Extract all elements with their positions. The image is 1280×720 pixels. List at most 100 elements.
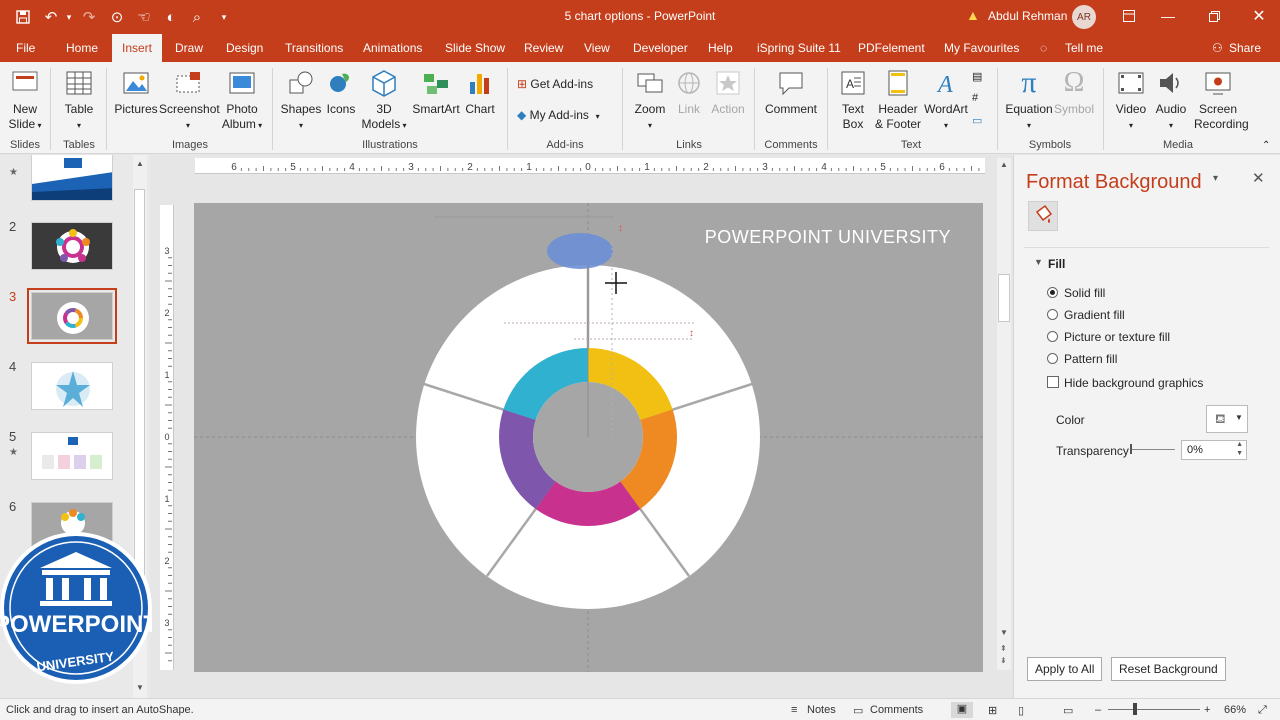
present-icon[interactable]: ◐ [160, 6, 182, 28]
gradient-fill-label[interactable]: Gradient fill [1064, 308, 1125, 322]
slide-canvas[interactable]: ↕ ↕ POWERPOINT UNIVERSITY [194, 203, 983, 672]
notes-button[interactable]: Notes [807, 704, 836, 716]
format-painter-icon[interactable]: ⊙ [106, 6, 128, 28]
zoom-button[interactable]: Zoom ▾ [630, 66, 670, 133]
action-button[interactable]: Action [708, 66, 748, 117]
transparency-input[interactable]: 0% ▲ ▼ [1181, 440, 1247, 460]
equation-button[interactable]: π Equation ▾ [1004, 66, 1054, 133]
collapse-fill-icon[interactable]: ▼ [1034, 257, 1043, 267]
gradient-fill-radio[interactable] [1047, 309, 1058, 320]
video-button[interactable]: Video ▾ [1112, 66, 1150, 133]
customize-qat-icon[interactable]: ▾ [213, 6, 235, 28]
picture-fill-radio[interactable] [1047, 331, 1058, 342]
tab-home[interactable]: Home [66, 34, 98, 62]
screenshot-button[interactable]: Screenshot ▾ [159, 66, 220, 133]
3d-models-button[interactable]: 3D Models ▾ [360, 66, 408, 133]
slideshow-icon[interactable]: ▭ [1063, 704, 1073, 717]
object-icon[interactable]: ▭ [972, 114, 982, 127]
tab-design[interactable]: Design [226, 34, 263, 62]
fill-tab[interactable] [1028, 201, 1058, 231]
fit-to-window-icon[interactable]: ⤢ [1258, 704, 1267, 717]
header-footer-button[interactable]: Header & Footer [874, 66, 922, 132]
save-icon[interactable] [12, 6, 34, 28]
slide-number-icon[interactable]: # [972, 92, 978, 104]
new-slide-button[interactable]: New Slide ▾ [6, 66, 44, 133]
spin-up-icon[interactable]: ▲ [1236, 441, 1243, 448]
apply-to-all-button[interactable]: Apply to All [1027, 657, 1103, 681]
close-icon[interactable]: ✕ [1243, 4, 1275, 28]
tab-insert[interactable]: Insert [112, 34, 163, 62]
wordart-button[interactable]: A WordArt ▾ [922, 66, 970, 133]
normal-view-icon[interactable]: ▣ [951, 702, 973, 718]
slide-thumb-5[interactable] [31, 432, 113, 480]
icons-button[interactable]: Icons [323, 66, 359, 117]
blue-ellipse-shape[interactable] [547, 233, 613, 269]
color-picker-button[interactable]: ⛾ ▼ [1206, 405, 1248, 433]
tell-me-search[interactable]: Tell me [1065, 34, 1103, 62]
ribbon-display-icon[interactable] [1113, 4, 1145, 28]
date-time-icon[interactable]: ▤ [972, 70, 982, 83]
close-pane-icon[interactable]: ✕ [1252, 169, 1265, 187]
reading-view-icon[interactable]: ▯ [1018, 704, 1024, 717]
tab-slide-show[interactable]: Slide Show [445, 34, 505, 62]
avatar[interactable]: AR [1072, 5, 1096, 29]
solid-fill-label[interactable]: Solid fill [1064, 286, 1105, 300]
pattern-fill-label[interactable]: Pattern fill [1064, 352, 1117, 366]
comment-button[interactable]: Comment [762, 66, 820, 117]
tab-ispring[interactable]: iSpring Suite 11 [757, 34, 841, 62]
hide-graphics-checkbox[interactable] [1047, 376, 1059, 388]
link-button[interactable]: Link [672, 66, 706, 117]
zoom-slider[interactable] [1108, 709, 1200, 710]
comments-icon[interactable]: ▭ [853, 704, 863, 717]
share-icon[interactable]: ⚇ [1212, 34, 1223, 62]
get-addins-button[interactable]: ⊞ Get Add-ins [517, 77, 593, 91]
collapse-ribbon-icon[interactable]: ⌃ [1262, 140, 1270, 151]
tab-view[interactable]: View [584, 34, 610, 62]
tab-pdfelement[interactable]: PDFelement [858, 34, 925, 62]
slide-thumb-3[interactable] [27, 288, 117, 344]
tab-developer[interactable]: Developer [633, 34, 688, 62]
spin-down-icon[interactable]: ▼ [1236, 450, 1243, 457]
zoom-out-icon[interactable]: – [1095, 704, 1101, 716]
editor-scrollbar[interactable]: ▲ ▼ ⇞ ⇟ [997, 158, 1011, 670]
slide-thumb-1[interactable] [31, 155, 113, 201]
zoom-in-icon[interactable]: + [1204, 704, 1210, 716]
pattern-fill-radio[interactable] [1047, 353, 1058, 364]
smartart-button[interactable]: SmartArt [410, 66, 462, 117]
shapes-button[interactable]: Shapes ▾ [280, 66, 322, 133]
tab-draw[interactable]: Draw [175, 34, 203, 62]
solid-fill-radio[interactable] [1047, 287, 1058, 298]
transparency-slider-thumb[interactable] [1130, 444, 1132, 454]
audio-button[interactable]: Audio ▾ [1152, 66, 1190, 133]
text-box-button[interactable]: A Text Box [836, 66, 870, 132]
slide-thumb-4[interactable] [31, 362, 113, 410]
share-button[interactable]: Share [1229, 34, 1261, 62]
undo-dropdown-icon[interactable]: ▾ [58, 6, 80, 28]
transparency-slider[interactable] [1131, 449, 1175, 450]
restore-icon[interactable] [1198, 4, 1230, 28]
warning-icon[interactable]: ▲ [966, 7, 980, 23]
my-addins-button[interactable]: ◆ My Add-ins ▾ [517, 108, 600, 122]
slide-thumb-2[interactable] [31, 222, 113, 270]
minimize-icon[interactable]: — [1152, 4, 1184, 28]
slide-sorter-icon[interactable]: ⊞ [988, 704, 997, 717]
fill-section-header[interactable]: Fill [1048, 257, 1065, 271]
touch-mode-icon[interactable]: ☜ [133, 6, 155, 28]
picture-fill-label[interactable]: Picture or texture fill [1064, 330, 1170, 344]
tab-file[interactable]: File [16, 34, 35, 62]
tab-animations[interactable]: Animations [363, 34, 422, 62]
reset-background-button[interactable]: Reset Background [1111, 657, 1226, 681]
photo-album-button[interactable]: Photo Album ▾ [218, 66, 266, 133]
hide-graphics-label[interactable]: Hide background graphics [1064, 376, 1203, 390]
symbol-button[interactable]: Ω Symbol [1054, 66, 1094, 117]
tab-my-favourites[interactable]: My Favourites [944, 34, 1019, 62]
table-button[interactable]: Table ▾ [60, 66, 98, 133]
zoom-slider-thumb[interactable] [1133, 703, 1137, 715]
redo-icon[interactable]: ↷ [78, 6, 100, 28]
zoom-level[interactable]: 66% [1224, 704, 1246, 716]
tab-help[interactable]: Help [708, 34, 733, 62]
notes-icon[interactable]: ≡ [791, 704, 797, 716]
print-preview-icon[interactable]: ⌕ [186, 6, 208, 28]
tab-review[interactable]: Review [524, 34, 563, 62]
screen-recording-button[interactable]: Screen Recording [1194, 66, 1249, 132]
